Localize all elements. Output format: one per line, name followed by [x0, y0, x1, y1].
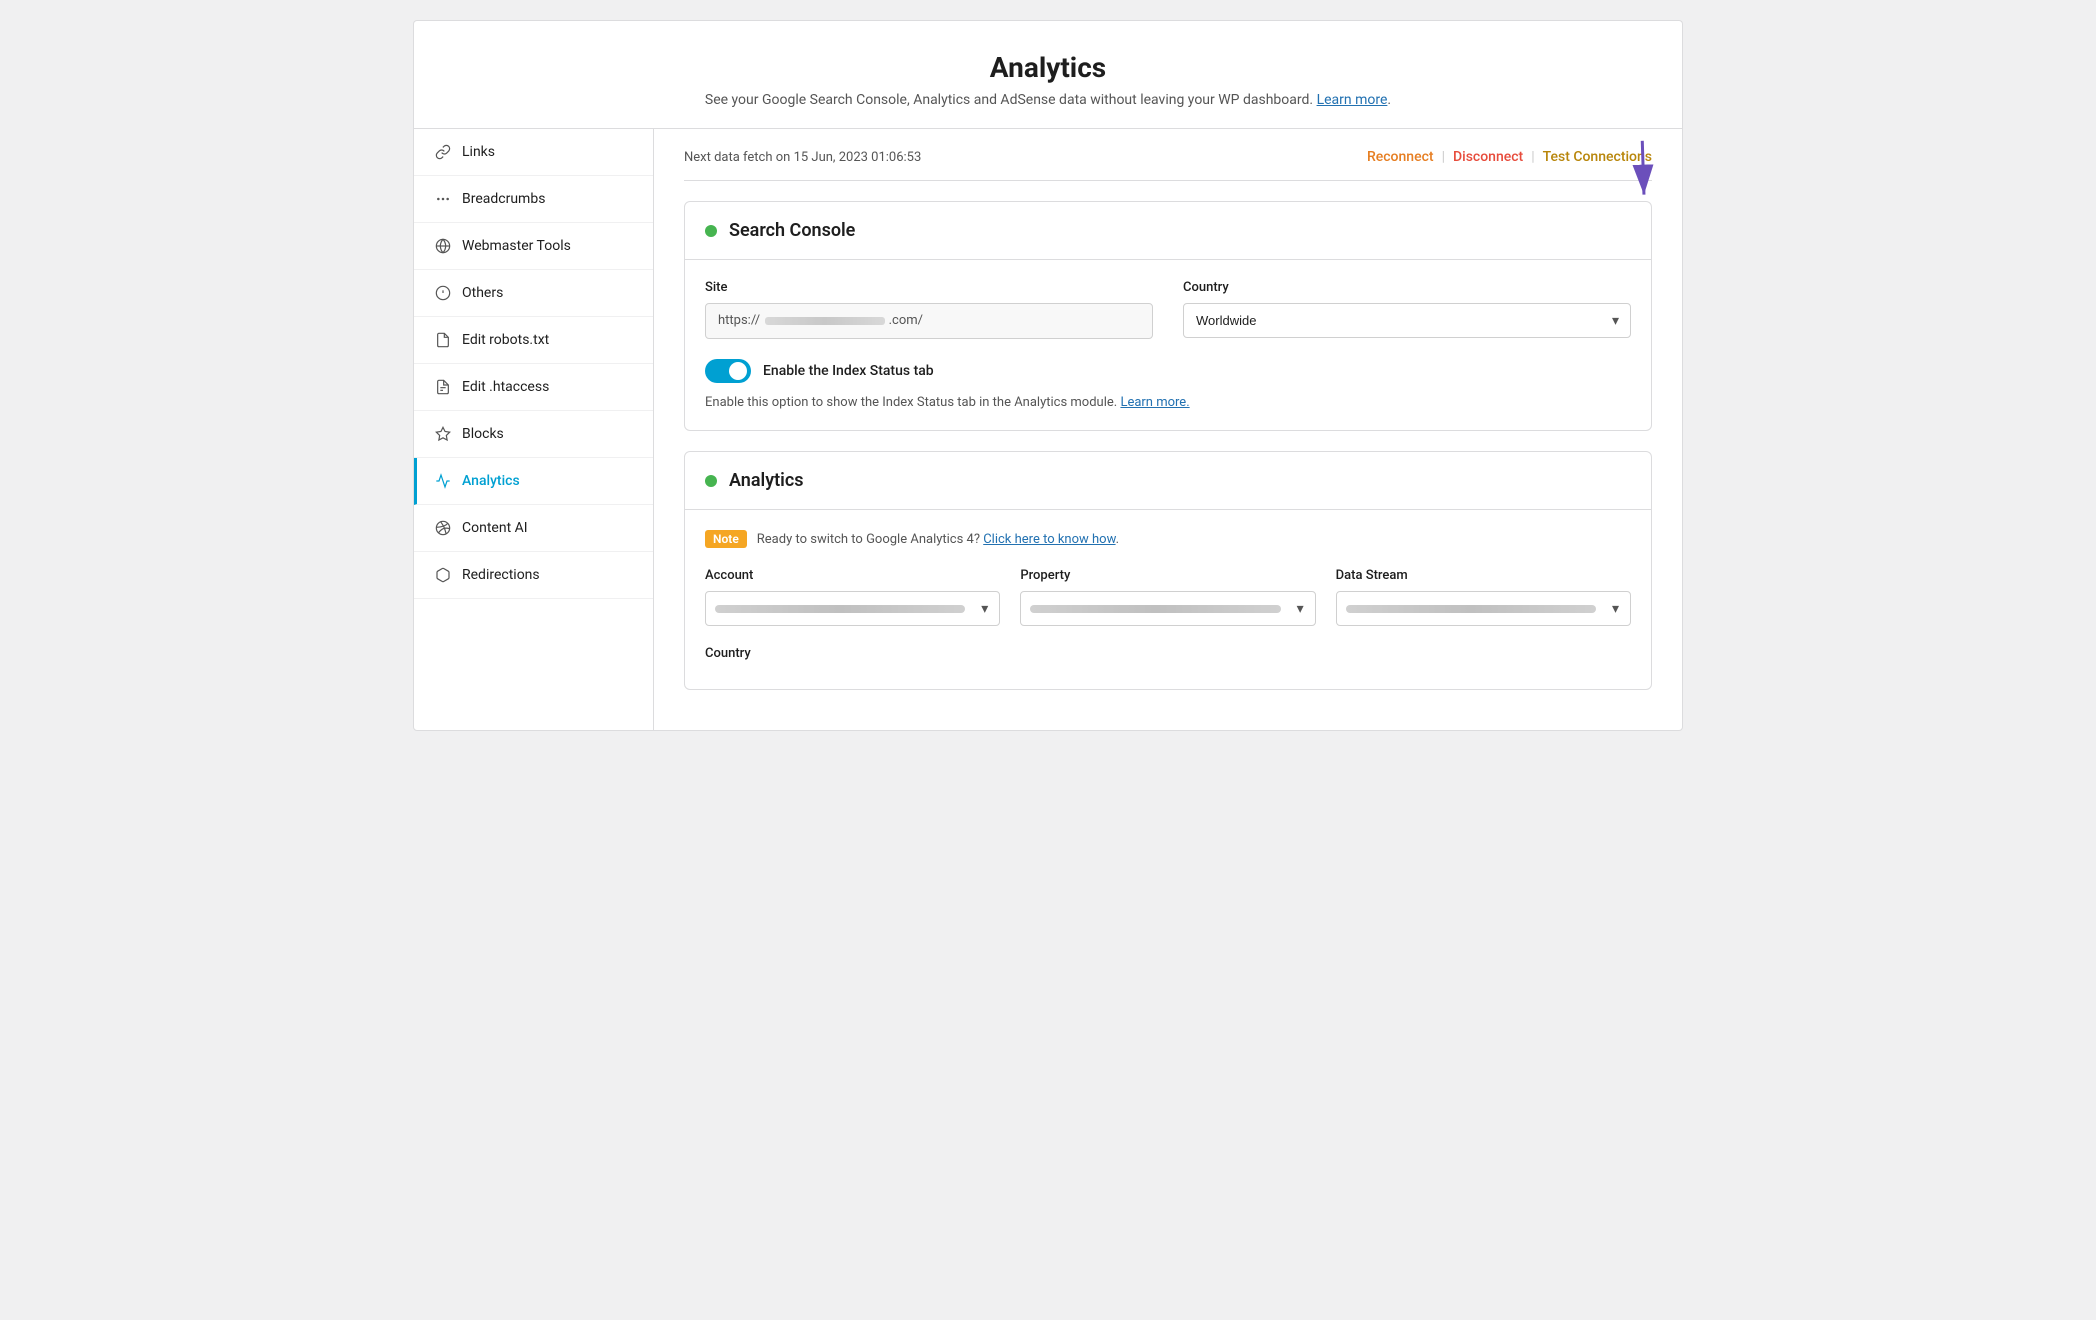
- data-stream-label: Data Stream: [1336, 568, 1631, 583]
- index-status-toggle[interactable]: [705, 359, 751, 383]
- property-label: Property: [1020, 568, 1315, 583]
- sidebar-label-breadcrumbs: Breadcrumbs: [462, 191, 545, 207]
- index-status-learn-more-link[interactable]: Learn more.: [1120, 395, 1189, 410]
- site-input-container[interactable]: https:// .com/: [705, 303, 1153, 339]
- analytics-country-label: Country: [705, 646, 905, 661]
- account-form-group: Account: [705, 568, 1000, 626]
- sidebar-label-edit-robots: Edit robots.txt: [462, 332, 549, 348]
- sidebar-item-links[interactable]: Links: [414, 129, 653, 176]
- site-label: Site: [705, 280, 1153, 295]
- country-form-group: Country Worldwide United States United K…: [1183, 280, 1631, 339]
- sidebar-item-blocks[interactable]: Blocks: [414, 411, 653, 458]
- test-connections-link[interactable]: Test Connections: [1543, 149, 1652, 165]
- property-form-group: Property: [1020, 568, 1315, 626]
- blocks-icon: [434, 425, 452, 443]
- index-status-toggle-desc: Enable this option to show the Index Sta…: [705, 395, 1631, 410]
- account-label: Account: [705, 568, 1000, 583]
- sidebar-item-content-ai[interactable]: Content AI: [414, 505, 653, 552]
- sidebar-label-links: Links: [462, 144, 495, 160]
- sidebar-item-edit-robots[interactable]: Edit robots.txt: [414, 317, 653, 364]
- analytics-card-body: Note Ready to switch to Google Analytics…: [685, 510, 1651, 689]
- robots-icon: [434, 331, 452, 349]
- site-blur-bar: [765, 317, 885, 325]
- analytics-note-row: Note Ready to switch to Google Analytics…: [705, 530, 1631, 548]
- disconnect-link[interactable]: Disconnect: [1453, 149, 1523, 165]
- country-select[interactable]: Worldwide United States United Kingdom: [1183, 303, 1631, 338]
- learn-more-link[interactable]: Learn more: [1317, 92, 1388, 108]
- account-select-wrapper: [705, 591, 1000, 626]
- sidebar-item-webmaster-tools[interactable]: Webmaster Tools: [414, 223, 653, 270]
- search-console-body: Site https:// .com/ Country: [685, 260, 1651, 430]
- https-prefix: https://: [718, 313, 760, 328]
- reconnect-link[interactable]: Reconnect: [1367, 149, 1434, 165]
- sidebar: Links Breadcrumbs Webmaster Tools: [414, 129, 654, 730]
- toggle-slider: [705, 359, 751, 383]
- analytics-country-group: Country: [705, 646, 905, 661]
- analytics-card: Analytics Note Ready to switch to Google…: [684, 451, 1652, 690]
- sidebar-item-others[interactable]: Others: [414, 270, 653, 317]
- sidebar-label-others: Others: [462, 285, 503, 301]
- page-header: Analytics See your Google Search Console…: [413, 20, 1683, 128]
- index-status-toggle-label: Enable the Index Status tab: [763, 363, 934, 379]
- note-text: Ready to switch to Google Analytics 4? C…: [757, 532, 1119, 547]
- sidebar-item-breadcrumbs[interactable]: Breadcrumbs: [414, 176, 653, 223]
- index-status-toggle-row: Enable the Index Status tab: [705, 359, 1631, 383]
- breadcrumbs-icon: [434, 190, 452, 208]
- htaccess-icon: [434, 378, 452, 396]
- sidebar-label-analytics: Analytics: [462, 473, 520, 489]
- sidebar-item-redirections[interactable]: Redirections: [414, 552, 653, 599]
- analytics-status-dot: [705, 475, 717, 487]
- sidebar-label-webmaster: Webmaster Tools: [462, 238, 571, 254]
- others-icon: [434, 284, 452, 302]
- data-stream-select[interactable]: [1336, 591, 1631, 626]
- links-icon: [434, 143, 452, 161]
- account-select[interactable]: [705, 591, 1000, 626]
- country-select-wrapper: Worldwide United States United Kingdom: [1183, 303, 1631, 338]
- page-title: Analytics: [434, 51, 1662, 84]
- property-select-wrapper: [1020, 591, 1315, 626]
- search-console-form-row: Site https:// .com/ Country: [705, 280, 1631, 339]
- site-form-group: Site https:// .com/: [705, 280, 1153, 339]
- sidebar-label-redirections: Redirections: [462, 567, 540, 583]
- search-console-status-dot: [705, 225, 717, 237]
- data-stream-form-group: Data Stream: [1336, 568, 1631, 626]
- redirections-icon: [434, 566, 452, 584]
- sidebar-item-edit-htaccess[interactable]: Edit .htaccess: [414, 364, 653, 411]
- property-select[interactable]: [1020, 591, 1315, 626]
- sidebar-item-analytics[interactable]: Analytics: [414, 458, 653, 505]
- index-status-toggle-section: Enable the Index Status tab Enable this …: [705, 359, 1631, 410]
- data-stream-select-wrapper: [1336, 591, 1631, 626]
- search-console-card: Search Console Site https:// .com/: [684, 201, 1652, 431]
- main-layout: Links Breadcrumbs Webmaster Tools: [413, 128, 1683, 731]
- sidebar-label-blocks: Blocks: [462, 426, 504, 442]
- search-console-title: Search Console: [729, 220, 855, 241]
- analytics-card-header: Analytics: [685, 452, 1651, 510]
- analytics-section-title: Analytics: [729, 470, 804, 491]
- page-subtitle: See your Google Search Console, Analytic…: [434, 92, 1662, 108]
- next-fetch-text: Next data fetch on 15 Jun, 2023 01:06:53: [684, 150, 921, 165]
- site-input-wrapper: https:// .com/: [705, 303, 1153, 339]
- content-area: Next data fetch on 15 Jun, 2023 01:06:53…: [654, 129, 1682, 730]
- content-ai-icon: [434, 519, 452, 537]
- connection-actions: Reconnect | Disconnect | Test Connection…: [1367, 149, 1652, 165]
- site-com-suffix: .com/: [889, 313, 923, 328]
- analytics-icon: [434, 472, 452, 490]
- sidebar-label-edit-htaccess: Edit .htaccess: [462, 379, 549, 395]
- search-console-header: Search Console: [685, 202, 1651, 260]
- sidebar-label-content-ai: Content AI: [462, 520, 528, 536]
- note-badge: Note: [705, 530, 747, 548]
- country-label: Country: [1183, 280, 1631, 295]
- webmaster-icon: [434, 237, 452, 255]
- ga4-link[interactable]: Click here to know how: [983, 532, 1115, 547]
- analytics-fields-row: Account Property: [705, 568, 1631, 626]
- top-bar: Next data fetch on 15 Jun, 2023 01:06:53…: [684, 149, 1652, 181]
